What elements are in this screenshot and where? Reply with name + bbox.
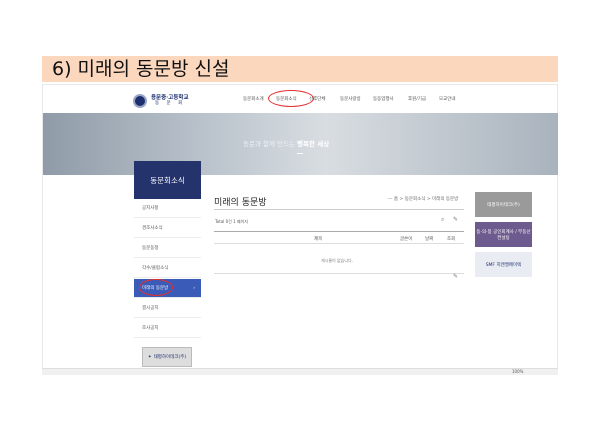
ad-banner-3[interactable]: SMF 지엔엘메이텍 [475, 252, 532, 277]
highlight-circle-nav [268, 90, 314, 107]
search-icon[interactable]: ⌕ [441, 216, 444, 224]
write-post-icon[interactable]: ✎ [453, 273, 458, 280]
sidebar-item-events[interactable]: 경조사소식 [134, 219, 201, 238]
nav-item-events[interactable]: 동동업행사 [373, 96, 394, 102]
sidebar-item-wedding[interactable]: 결시공지 [134, 299, 201, 318]
breadcrumb[interactable]: — 홈 > 동문회소식 > 미래의 동문방 [388, 196, 458, 202]
total-count: Total 0건 1 페이지 [215, 219, 248, 224]
nav-item-donation[interactable]: 후원/기금 [408, 96, 426, 102]
column-author: 글쓴이 [400, 237, 413, 242]
chevron-right-icon: › [193, 285, 195, 291]
banner-underline [297, 153, 303, 154]
sidebar-item-notice[interactable]: 공지사항 [134, 199, 201, 218]
status-bar [42, 368, 558, 375]
logo-sub-text: 동 문 회 [155, 101, 186, 106]
sidebar-sponsor-logo[interactable]: ✦ 태평하이테크(주) [142, 347, 192, 367]
column-date: 날짜 [425, 237, 434, 242]
sidebar-item-alumni-news[interactable]: 동문동정 [134, 239, 201, 258]
sidebar-item-condolence[interactable]: 조사공지 [134, 319, 201, 338]
nav-item-school[interactable]: 모교안내 [439, 96, 456, 102]
website-screenshot: 용문중·고등학교 동 문 회 동문회소개 동문회소식 선후단체 동문사랑방 동동… [42, 84, 558, 374]
table-header-bottom-line [214, 243, 464, 244]
zoom-level[interactable]: 100% [512, 369, 523, 374]
table-bottom-line [214, 273, 464, 274]
nav-item-community[interactable]: 동문사랑방 [340, 96, 361, 102]
sidebar-heading: 동문회소식 [134, 161, 201, 199]
ad-banner-1[interactable]: 태평하이테크(주) [475, 192, 532, 217]
column-title: 제목 [314, 237, 323, 242]
highlight-circle-sidebar [139, 279, 173, 296]
school-logo-icon[interactable] [133, 94, 147, 108]
slide-title: 6) 미래의 동문방 신설 [52, 58, 230, 80]
page-title: 미래의 동문방 [214, 198, 267, 208]
ad-banner-2[interactable]: 동·의·봉 공인회계사 / 부동산컨설팅 [475, 222, 532, 247]
write-icon[interactable]: ✎ [453, 216, 458, 223]
sponsor-logo-icon: ✦ [147, 354, 152, 360]
banner-slogan: 동문과 함께 만드는 행복한 세상 [243, 140, 330, 148]
title-divider [214, 209, 464, 210]
column-views: 조회 [447, 237, 456, 242]
table-header-top-line [214, 231, 464, 232]
nav-item-about[interactable]: 동문회소개 [243, 96, 264, 102]
empty-message: 게시물이 없습니다. [321, 258, 353, 263]
sidebar-item-clubs[interactable]: 각수/클럽소식 [134, 259, 201, 278]
